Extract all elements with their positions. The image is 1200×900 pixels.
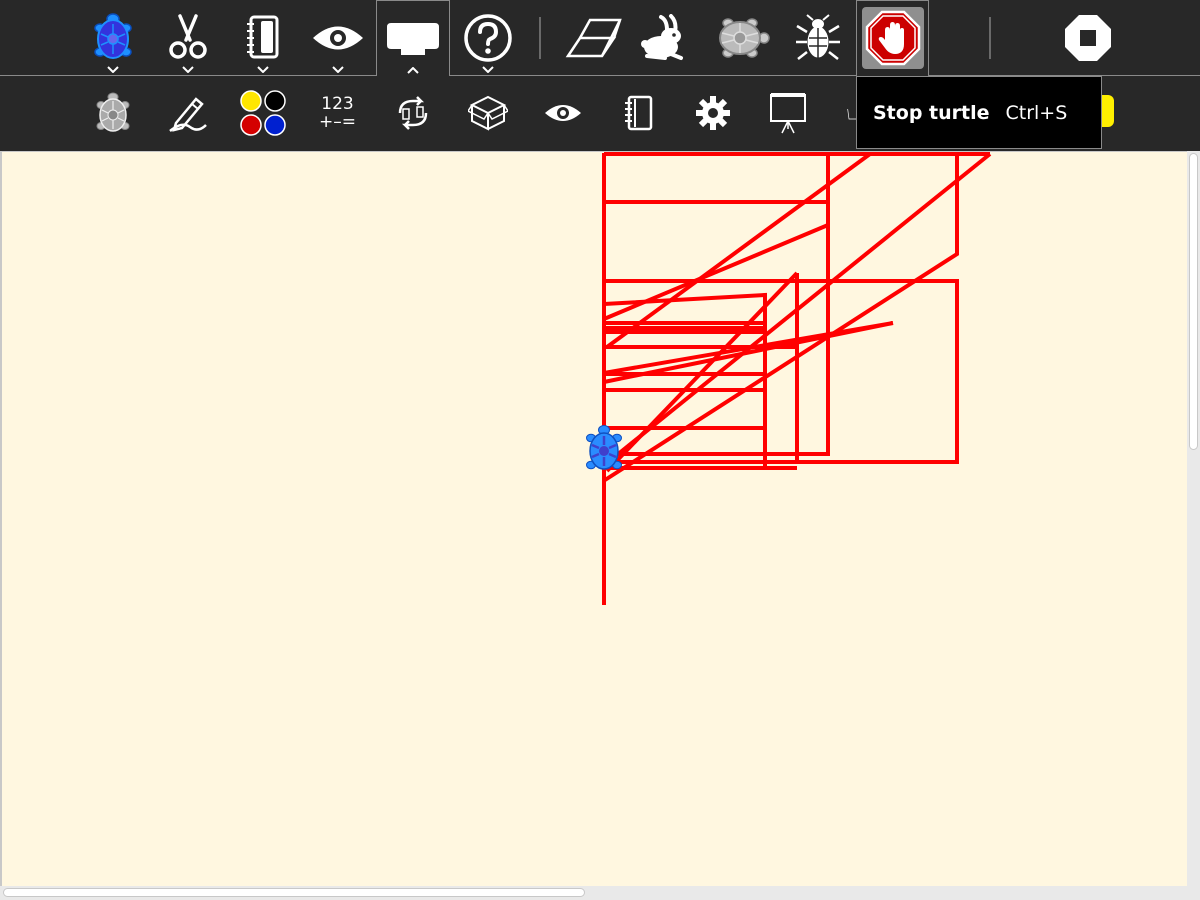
help-icon — [463, 14, 512, 62]
presentation-icon — [769, 93, 806, 134]
numbers-palette-button[interactable]: 123 +–= — [300, 76, 375, 150]
eye-icon — [544, 105, 581, 121]
turtle-canvas[interactable] — [0, 151, 1187, 886]
scissors-icon — [168, 14, 207, 59]
extras-palette-button[interactable] — [675, 76, 750, 150]
run-slow-button[interactable] — [705, 0, 780, 76]
help-button[interactable] — [450, 0, 525, 76]
turtle-activity-icon — [93, 13, 132, 59]
stop-turtle-button[interactable] — [856, 0, 929, 77]
vertical-scrollbar[interactable] — [1187, 151, 1200, 900]
notebook-icon — [246, 15, 278, 59]
numbers-line-2: +–= — [319, 112, 356, 132]
blocks-palette-button[interactable] — [450, 76, 525, 150]
tooltip-shortcut: Ctrl+S — [1005, 101, 1068, 124]
sensors-palette-button[interactable] — [525, 76, 600, 150]
toolbar-separator — [989, 17, 991, 59]
vertical-scroll-thumb[interactable] — [1189, 153, 1198, 450]
eraser-icon — [565, 18, 622, 58]
pen-palette-button[interactable] — [150, 76, 225, 150]
color-dots-icon — [239, 90, 286, 136]
rabbit-icon — [640, 14, 683, 60]
debug-button[interactable] — [780, 0, 855, 76]
turtle-drawing — [586, 152, 992, 605]
refresh-icon — [398, 96, 427, 130]
pen-icon — [168, 97, 207, 132]
palette-toolbar-icon — [387, 23, 439, 55]
palette-toolbar-button[interactable] — [376, 0, 450, 77]
stop-hand-icon — [865, 10, 921, 66]
numbers-line-1: 123 — [321, 94, 354, 114]
turtle-icon — [96, 92, 129, 132]
gear-icon — [695, 96, 730, 130]
tooltip-label: Stop turtle — [873, 101, 990, 124]
view-options-button[interactable] — [300, 0, 375, 76]
horizontal-scroll-thumb[interactable] — [3, 888, 585, 897]
activity-button[interactable] — [75, 0, 150, 76]
view-button[interactable] — [225, 0, 300, 76]
flow-palette-button[interactable] — [375, 76, 450, 150]
stop-turtle-tooltip: Stop turtle Ctrl+S — [856, 76, 1102, 149]
toolbar-separator — [539, 17, 541, 59]
stop-icon — [1064, 15, 1111, 61]
yellow-palette-tab[interactable] — [1100, 95, 1114, 127]
box-icon — [467, 95, 508, 131]
turtle-sprite[interactable] — [586, 425, 622, 470]
bug-icon — [795, 14, 840, 60]
pen-trail — [602, 152, 992, 605]
trash-palette-button[interactable] — [825, 76, 857, 150]
colors-palette-button[interactable] — [225, 76, 300, 150]
numbers-icon: 123 +–= — [319, 95, 356, 131]
stop-button[interactable] — [1050, 0, 1125, 76]
horizontal-scrollbar[interactable] — [0, 886, 1187, 900]
portfolio-palette-button[interactable] — [750, 76, 825, 150]
eye-icon — [312, 26, 363, 50]
turtle-icon — [718, 18, 770, 58]
clean-button[interactable] — [555, 0, 630, 76]
run-fast-button[interactable] — [630, 0, 705, 76]
turtle-palette-button[interactable] — [75, 76, 150, 150]
notebook-icon — [624, 95, 652, 131]
edit-button[interactable] — [150, 0, 225, 76]
media-palette-button[interactable] — [600, 76, 675, 150]
